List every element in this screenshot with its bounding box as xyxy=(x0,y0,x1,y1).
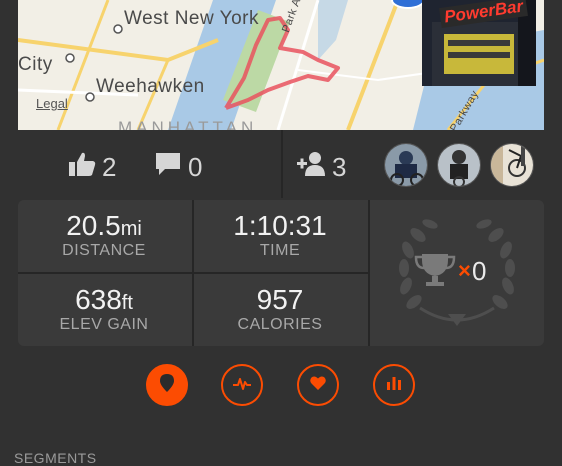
stat-time: 1:10:31 TIME xyxy=(194,200,366,272)
map-label-city: City xyxy=(18,54,53,75)
distance-unit: mi xyxy=(120,218,142,240)
elevation-number: 638 xyxy=(75,284,122,315)
splits-tab[interactable] xyxy=(373,364,415,406)
analysis-tab[interactable] xyxy=(221,364,263,406)
map-pin-icon xyxy=(160,373,174,397)
segments-heading: SEGMENTS xyxy=(14,450,97,466)
avatar[interactable] xyxy=(384,143,428,187)
activity-stats: 20.5mi DISTANCE 1:10:31 TIME 638ft ELEV … xyxy=(18,200,544,346)
stats-divider xyxy=(18,272,370,274)
group-athletes-button[interactable]: 3 xyxy=(296,150,346,184)
kudos-count: 2 xyxy=(102,151,117,182)
comments-button[interactable]: 0 xyxy=(154,150,202,184)
avatar[interactable] xyxy=(437,143,481,187)
achievement-count: 0 xyxy=(472,256,487,286)
map-label-manhattan: MANHATTAN xyxy=(118,118,258,130)
avatar[interactable] xyxy=(490,143,534,187)
heart-rate-tab[interactable] xyxy=(297,364,339,406)
stat-elevation: 638ft ELEV GAIN xyxy=(18,274,190,346)
time-value: 1:10:31 xyxy=(233,210,327,241)
comment-bubble-icon xyxy=(154,151,182,184)
map-label-weehawken: Weehawken xyxy=(96,76,205,97)
athletes-count: 3 xyxy=(332,151,347,182)
thumbs-up-icon xyxy=(68,151,96,184)
map-tab[interactable] xyxy=(146,364,188,406)
elevation-value: 638ft xyxy=(18,284,190,316)
legal-link[interactable]: Legal xyxy=(36,96,68,111)
bar-chart-icon xyxy=(386,376,402,395)
distance-label: DISTANCE xyxy=(62,242,146,259)
social-row: 2 0 3 xyxy=(18,130,544,198)
calories-value: 957 xyxy=(256,284,304,315)
distance-number: 20.5 xyxy=(66,210,121,241)
map-label-west-new-york: West New York xyxy=(124,8,259,29)
route-map[interactable]: West New York City Weehawken MANHATTAN P… xyxy=(18,0,544,130)
stat-calories: 957 CALORIES xyxy=(194,274,366,346)
heart-icon xyxy=(310,375,326,395)
add-athlete-icon xyxy=(296,151,326,184)
pulse-icon xyxy=(232,375,252,396)
achievement-multiplier: × xyxy=(458,258,471,283)
social-divider xyxy=(281,130,283,198)
elevation-label: ELEV GAIN xyxy=(59,316,149,333)
elevation-unit: ft xyxy=(121,292,133,314)
activity-photo[interactable]: PowerBar xyxy=(422,0,536,86)
kudos-button[interactable]: 2 xyxy=(68,150,116,184)
time-label: TIME xyxy=(259,242,301,259)
activity-tabs xyxy=(0,362,562,410)
calories-label: CALORIES xyxy=(237,316,323,333)
stat-distance: 20.5mi DISTANCE xyxy=(18,200,190,272)
distance-value: 20.5mi xyxy=(18,210,190,242)
laurel-wreath-icon xyxy=(399,219,515,326)
comment-count: 0 xyxy=(188,151,203,182)
achievements-button[interactable]: × 0 xyxy=(370,200,544,346)
